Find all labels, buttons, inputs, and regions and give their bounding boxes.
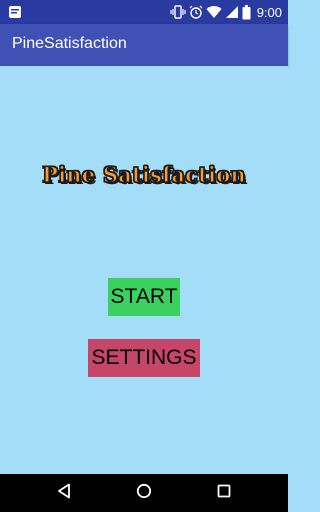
game-title-logo: Pine Satisfaction — [42, 161, 247, 187]
alarm-icon — [189, 5, 203, 19]
navigation-bar — [0, 474, 288, 512]
home-button[interactable] — [120, 474, 168, 512]
wifi-icon — [206, 5, 222, 19]
status-icons: 9:00 — [170, 0, 282, 24]
app-bar: PineSatisfaction — [0, 24, 288, 66]
start-button[interactable]: START — [108, 278, 180, 316]
recents-icon — [217, 484, 231, 503]
back-button[interactable] — [40, 474, 88, 512]
main-content: Pine Satisfaction START SETTINGS — [0, 66, 288, 474]
vibrate-icon — [170, 5, 186, 19]
status-time: 9:00 — [256, 4, 282, 20]
signal-icon — [225, 5, 239, 19]
app-title: PineSatisfaction — [12, 35, 127, 52]
battery-icon — [242, 4, 251, 20]
recents-button[interactable] — [200, 474, 248, 512]
settings-button[interactable]: SETTINGS — [88, 339, 200, 377]
back-icon — [57, 483, 71, 504]
notification-icon — [8, 5, 22, 19]
home-icon — [136, 483, 152, 504]
status-bar: 9:00 — [0, 0, 288, 24]
